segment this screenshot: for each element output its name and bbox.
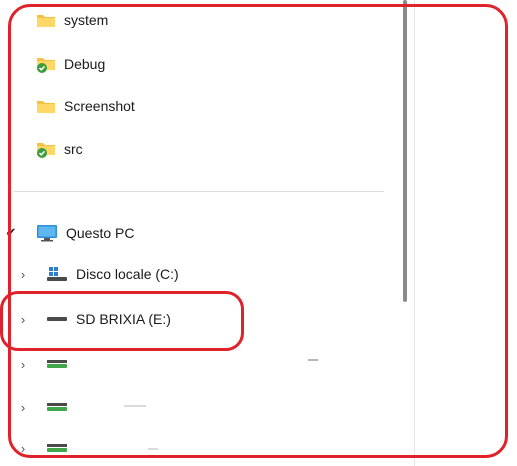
nav-item-screenshot[interactable]: Screenshot: [36, 92, 135, 120]
windows-drive-icon: [47, 267, 67, 281]
navigation-pane: system Debug Screenshot src ✔ Questo PC …: [0, 0, 407, 466]
file-explorer-window: system Debug Screenshot src ✔ Questo PC …: [0, 0, 517, 466]
nav-item-label: Debug: [64, 56, 106, 72]
redacted-mark: [148, 448, 158, 450]
synced-folder-icon: [37, 58, 55, 73]
nav-item-hidden-drive[interactable]: [46, 434, 68, 462]
folder-icon: [37, 15, 55, 27]
expand-chevron-icon[interactable]: ›: [16, 434, 30, 462]
nav-item-hidden-drive[interactable]: [46, 350, 68, 378]
nav-scrollbar[interactable]: [403, 0, 407, 302]
folder-icon: [37, 101, 55, 113]
nav-item-hidden-drive[interactable]: [46, 393, 68, 421]
nav-item-questo-pc[interactable]: Questo PC: [36, 219, 134, 247]
expand-chevron-icon[interactable]: ›: [16, 305, 30, 333]
nav-item-label: src: [64, 141, 83, 157]
expand-chevron-icon[interactable]: ›: [16, 393, 30, 421]
nav-item-label: Screenshot: [64, 98, 135, 114]
nav-item-debug[interactable]: Debug: [36, 50, 105, 78]
nav-item-label: system: [64, 12, 109, 28]
monitor-icon: [37, 225, 57, 242]
drive-icon: [47, 403, 67, 411]
nav-divider: [14, 191, 384, 192]
pane-separator[interactable]: [414, 0, 415, 466]
nav-item-sd-brixia[interactable]: SD BRIXIA (E:): [46, 305, 171, 333]
nav-item-src[interactable]: src: [36, 135, 83, 163]
expand-chevron-icon[interactable]: ›: [16, 350, 30, 378]
drive-icon: [47, 360, 67, 368]
synced-folder-icon: [37, 143, 55, 158]
expand-chevron-icon[interactable]: ›: [16, 260, 30, 288]
redacted-mark: [308, 359, 318, 361]
expanded-check-icon[interactable]: ✔: [4, 219, 18, 247]
redacted-mark: [124, 405, 146, 407]
nav-item-system[interactable]: system: [36, 6, 108, 34]
nav-item-label: SD BRIXIA (E:): [76, 311, 171, 327]
nav-item-disco-locale[interactable]: Disco locale (C:): [46, 260, 179, 288]
nav-item-label: Questo PC: [66, 225, 135, 241]
drive-icon: [47, 444, 67, 452]
nav-item-label: Disco locale (C:): [76, 266, 179, 282]
removable-drive-icon: [47, 317, 67, 321]
